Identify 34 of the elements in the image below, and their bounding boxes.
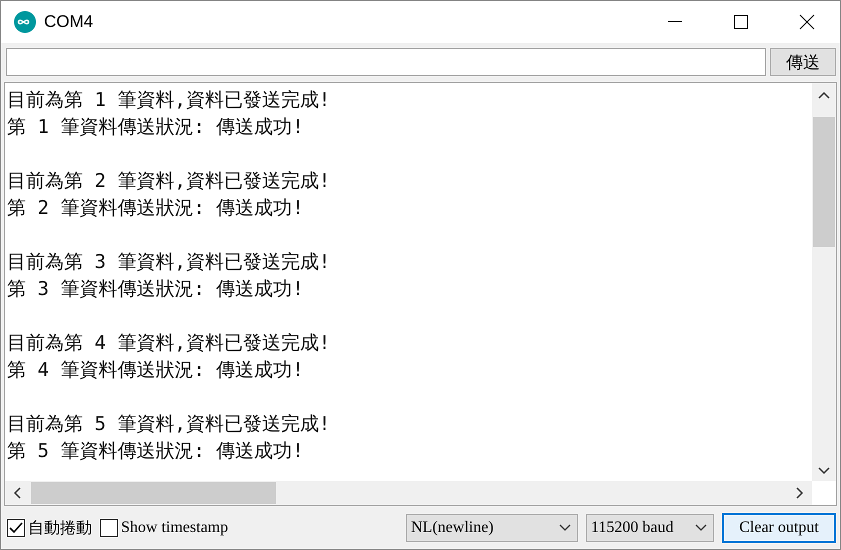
checkbox-label: Show timestamp [121,519,228,537]
close-icon[interactable] [799,14,815,30]
output-line: 目前為第 5 筆資料,資料已發送完成! [7,412,332,437]
scroll-up-icon[interactable] [818,91,830,99]
baud-rate-dropdown[interactable]: 115200 baud [586,514,714,542]
output-line: 目前為第 4 筆資料,資料已發送完成! [7,331,332,356]
scrollbar-thumb[interactable] [813,117,835,247]
output-line: 第 3 筆資料傳送狀況: 傳送成功! [7,277,305,302]
app-logo-icon [14,11,36,33]
output-line: 目前為第 2 筆資料,資料已發送完成! [7,169,332,194]
window-title: COM4 [44,12,94,32]
caret-icon [695,524,707,532]
checkbox[interactable] [7,519,25,537]
output-line: 第 5 筆資料傳送狀況: 傳送成功! [7,439,305,464]
scrollbar-thumb[interactable] [31,482,276,504]
clear-output-button[interactable]: Clear output [722,513,836,543]
maximize-icon[interactable] [734,15,748,29]
checkbox-label: 自動捲動 [28,518,92,538]
vertical-scrollbar[interactable] [812,83,836,481]
minimize-icon[interactable] [668,21,682,23]
scroll-down-icon[interactable] [818,467,830,475]
output-line: 目前為第 3 筆資料,資料已發送完成! [7,250,332,275]
send-button[interactable]: 傳送 [770,48,836,76]
output-line: 第 2 筆資料傳送狀況: 傳送成功! [7,196,305,221]
caret-icon [559,524,571,532]
scroll-left-icon[interactable] [13,487,21,499]
output-line: 目前為第 1 筆資料,資料已發送完成! [7,88,332,113]
horizontal-scrollbar[interactable] [5,481,812,505]
scroll-right-icon[interactable] [796,487,804,499]
output-line: 第 4 筆資料傳送狀況: 傳送成功! [7,358,305,383]
message-input[interactable] [6,48,766,76]
output-line: 第 1 筆資料傳送狀況: 傳送成功! [7,115,305,140]
line-ending-dropdown[interactable]: NL(newline) [406,514,578,542]
checkbox[interactable] [100,519,118,537]
